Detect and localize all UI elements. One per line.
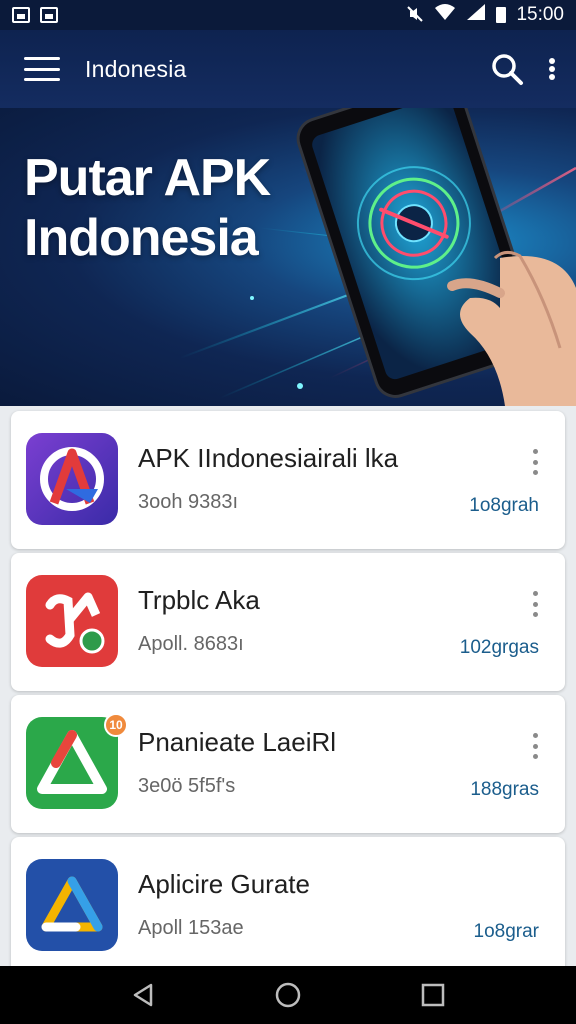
app-icon-red-arrow [26,575,118,667]
wifi-icon [434,3,456,27]
hero-banner[interactable]: Putar APK Indonesia [0,108,576,406]
notification-badge: 10 [104,713,128,737]
search-icon[interactable] [490,52,524,86]
app-subtitle: 3ooh 9383ı [138,491,239,513]
hero-title-line2: Indonesia [24,209,259,267]
home-icon[interactable] [268,975,308,1015]
photo-icon [40,7,58,23]
app-meta: 1o8grar [473,921,540,942]
more-vert-icon[interactable] [531,449,539,475]
menu-icon[interactable] [24,57,60,81]
hero-title: Putar APK Indonesia [24,148,271,268]
app-meta: 1o8grah [469,495,539,516]
app-meta: 188gras [470,779,539,800]
recents-icon[interactable] [413,975,453,1015]
list-item[interactable]: 10 Pnanieate LaeiRl 3e0ö 5f5f's 188gras [11,695,565,833]
navigation-bar [0,966,576,1024]
app-icon-green-triangle [26,717,118,809]
more-vert-icon[interactable] [546,52,558,86]
app-subtitle: 3e0ö 5f5f's [138,775,236,797]
list-item[interactable]: Trpblc Aka Apoll. 8683ı 102grgas [11,553,565,691]
app-name: Pnanieate LaeiRl [138,727,337,757]
more-vert-icon[interactable] [531,733,539,759]
app-name: APK IIndonesiairali lka [138,443,399,473]
image-icon [12,7,30,23]
app-list: APK IIndonesiairali lka 3ooh 9383ı 1o8gr… [0,406,576,966]
hero-title-line1: Putar APK [24,149,271,207]
app-bar: Indonesia [0,30,576,108]
app-name: Trpblc Aka [138,585,260,615]
more-vert-icon[interactable] [531,591,539,617]
mute-icon [406,5,424,26]
app-icon-blue-triangle [26,859,118,951]
app-meta: 102grgas [459,637,539,658]
app-subtitle: Apoll. 8683ı [138,633,244,655]
status-time: 15:00 [516,4,564,25]
app-name: Aplicire Gurate [138,869,310,899]
app-title: Indonesia [85,55,187,82]
list-item[interactable]: Aplicire Gurate Apoll 153ae 1o8grar [11,837,565,966]
battery-icon [496,7,507,23]
status-bar: 15:00 [0,0,576,30]
signal-icon [466,3,486,27]
back-icon[interactable] [123,975,163,1015]
list-item[interactable]: APK IIndonesiairali lka 3ooh 9383ı 1o8gr… [11,411,565,549]
app-icon-purple-a [26,433,118,525]
app-subtitle: Apoll 153ae [138,917,244,939]
